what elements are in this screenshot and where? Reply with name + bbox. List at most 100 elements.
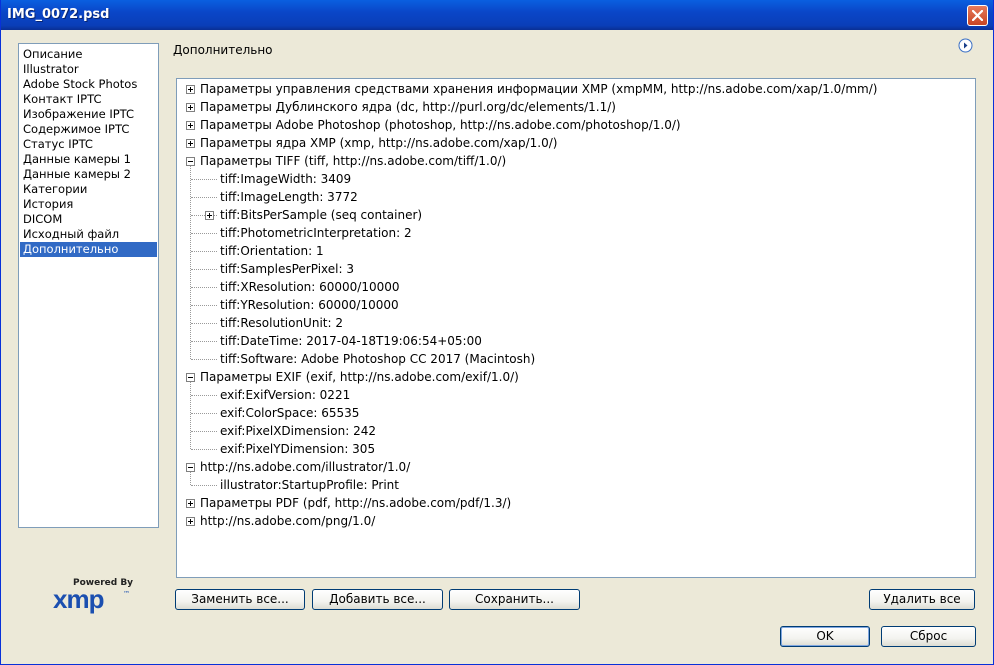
tree-row-label: tiff:DateTime: 2017-04-18T19:06:54+05:00 <box>220 334 482 348</box>
tree-row-label: exif:ColorSpace: 65535 <box>220 406 360 420</box>
tree-row-label: Параметры Adobe Photoshop (photoshop, ht… <box>200 118 681 132</box>
title-bar: IMG_0072.psd <box>1 0 993 30</box>
tree-row-label: tiff:Orientation: 1 <box>220 244 324 258</box>
category-item[interactable]: Категории <box>20 182 157 197</box>
reset-button[interactable]: Сброс <box>881 626 976 647</box>
xmp-brand: xmp <box>53 584 104 614</box>
category-item[interactable]: Содержимое IPTC <box>20 122 157 137</box>
tree-row-label: exif:PixelXDimension: 242 <box>220 424 376 438</box>
tree-property-row[interactable]: tiff:ImageLength: 3772 <box>220 188 358 206</box>
collapse-toggle-icon[interactable] <box>186 463 195 472</box>
tree-group-row[interactable]: Параметры EXIF (exif, http://ns.adobe.co… <box>200 368 519 386</box>
tree-connector <box>191 359 217 360</box>
category-item[interactable]: Изображение IPTC <box>20 107 157 122</box>
tree-group-row[interactable]: Параметры управления средствами хранения… <box>200 80 877 98</box>
tree-connector <box>190 382 191 449</box>
tree-group-row[interactable]: http://ns.adobe.com/illustrator/1.0/ <box>200 458 410 476</box>
tree-row-label: tiff:YResolution: 60000/10000 <box>220 298 399 312</box>
category-item[interactable]: Adobe Stock Photos <box>20 77 157 92</box>
category-item[interactable]: Illustrator <box>20 62 157 77</box>
replace-all-button[interactable]: Заменить все... <box>175 589 305 610</box>
tree-property-row[interactable]: tiff:ImageWidth: 3409 <box>220 170 351 188</box>
tree-group-row[interactable]: Параметры Adobe Photoshop (photoshop, ht… <box>200 116 681 134</box>
tree-connector <box>191 179 217 180</box>
tree-property-row[interactable]: tiff:Orientation: 1 <box>220 242 324 260</box>
collapse-toggle-icon[interactable] <box>186 157 195 166</box>
expand-toggle-icon[interactable] <box>186 103 195 112</box>
tree-connector <box>191 287 217 288</box>
tree-connector <box>191 413 217 414</box>
category-item[interactable]: Данные камеры 1 <box>20 152 157 167</box>
tree-property-row[interactable]: tiff:XResolution: 60000/10000 <box>220 278 400 296</box>
tree-property-row[interactable]: tiff:SamplesPerPixel: 3 <box>220 260 354 278</box>
category-item[interactable]: DICOM <box>20 212 157 227</box>
metadata-tree[interactable]: Параметры управления средствами хранения… <box>176 78 976 578</box>
tree-property-row[interactable]: tiff:ResolutionUnit: 2 <box>220 314 343 332</box>
tree-property-row[interactable]: tiff:Software: Adobe Photoshop CC 2017 (… <box>220 350 535 368</box>
tree-connector <box>191 431 217 432</box>
category-item[interactable]: Дополнительно <box>20 242 157 257</box>
tree-connector <box>191 395 217 396</box>
category-list[interactable]: Описание Illustrator Adobe Stock Photos Кон… <box>18 43 159 528</box>
expand-toggle-icon[interactable] <box>186 85 195 94</box>
tree-property-row[interactable]: tiff:YResolution: 60000/10000 <box>220 296 399 314</box>
trademark-mark: ™ <box>123 590 130 598</box>
delete-all-button[interactable]: Удалить все <box>869 589 975 610</box>
tree-row-label: Параметры управления средствами хранения… <box>200 82 878 96</box>
tree-property-row[interactable]: tiff:PhotometricInterpretation: 2 <box>220 224 412 242</box>
tree-property-row[interactable]: illustrator:StartupProfile: Print <box>220 476 399 494</box>
flyout-menu-icon[interactable] <box>958 38 973 53</box>
category-item[interactable]: Контакт IPTC <box>20 92 157 107</box>
tree-connector <box>191 251 217 252</box>
tree-row-label: tiff:PhotometricInterpretation: 2 <box>220 226 412 240</box>
tree-group-row[interactable]: Параметры ядра XMP (xmp, http://ns.adobe… <box>200 134 557 152</box>
tree-row-label: illustrator:StartupProfile: Print <box>220 478 399 492</box>
tree-row-label: tiff:ResolutionUnit: 2 <box>220 316 343 330</box>
save-button[interactable]: Сохранить... <box>449 589 580 610</box>
tree-connector <box>191 485 217 486</box>
category-item[interactable]: Статус IPTC <box>20 137 157 152</box>
tree-property-row[interactable]: tiff:DateTime: 2017-04-18T19:06:54+05:00 <box>220 332 482 350</box>
ok-button[interactable]: OK <box>780 626 870 647</box>
append-all-button[interactable]: Добавить все... <box>312 589 443 610</box>
tree-connector <box>191 341 217 342</box>
expand-toggle-icon[interactable] <box>186 517 195 526</box>
tree-property-row[interactable]: exif:ExifVersion: 0221 <box>220 386 350 404</box>
section-title: Дополнительно <box>173 43 273 57</box>
category-item[interactable]: Описание <box>20 47 157 62</box>
tree-connector <box>191 197 217 198</box>
file-info-dialog: IMG_0072.psd Описание Illustrator Adobe St… <box>0 0 994 665</box>
tree-row-label: tiff:BitsPerSample (seq container) <box>220 208 423 222</box>
expand-toggle-icon[interactable] <box>186 499 195 508</box>
tree-group-row[interactable]: Параметры Дублинского ядра (dc, http://p… <box>200 98 616 116</box>
category-item[interactable]: Данные камеры 2 <box>20 167 157 182</box>
tree-connector <box>190 472 191 485</box>
tree-row-label: tiff:ImageWidth: 3409 <box>220 172 352 186</box>
tree-row-label: tiff:XResolution: 60000/10000 <box>220 280 400 294</box>
tree-property-row[interactable]: exif:PixelYDimension: 305 <box>220 440 375 458</box>
tree-group-row[interactable]: Параметры PDF (pdf, http://ns.adobe.com/… <box>200 494 511 512</box>
tree-group-row[interactable]: Параметры TIFF (tiff, http://ns.adobe.co… <box>200 152 506 170</box>
tree-row-label: Параметры TIFF (tiff, http://ns.adobe.co… <box>200 154 507 168</box>
tree-group-row[interactable]: http://ns.adobe.com/png/1.0/ <box>200 512 375 530</box>
window-title: IMG_0072.psd <box>7 7 110 22</box>
tree-connector <box>191 449 217 450</box>
expand-toggle-icon[interactable] <box>205 211 214 220</box>
tree-row-label: http://ns.adobe.com/png/1.0/ <box>200 514 376 528</box>
tree-property-row[interactable]: tiff:BitsPerSample (seq container) <box>220 206 422 224</box>
tree-row-label: Параметры PDF (pdf, http://ns.adobe.com/… <box>200 496 512 510</box>
tree-row-label: tiff:SamplesPerPixel: 3 <box>220 262 354 276</box>
tree-row-label: Параметры ядра XMP (xmp, http://ns.adobe… <box>200 136 558 150</box>
category-item[interactable]: Исходный файл <box>20 227 157 242</box>
close-icon <box>972 10 983 21</box>
tree-connector <box>191 305 217 306</box>
close-button[interactable] <box>967 5 988 26</box>
tree-property-row[interactable]: exif:ColorSpace: 65535 <box>220 404 359 422</box>
tree-property-row[interactable]: exif:PixelXDimension: 242 <box>220 422 376 440</box>
tree-row-label: tiff:ImageLength: 3772 <box>220 190 358 204</box>
expand-toggle-icon[interactable] <box>186 139 195 148</box>
expand-toggle-icon[interactable] <box>186 121 195 130</box>
category-item[interactable]: История <box>20 197 157 212</box>
collapse-toggle-icon[interactable] <box>186 373 195 382</box>
tree-connector <box>190 166 191 359</box>
